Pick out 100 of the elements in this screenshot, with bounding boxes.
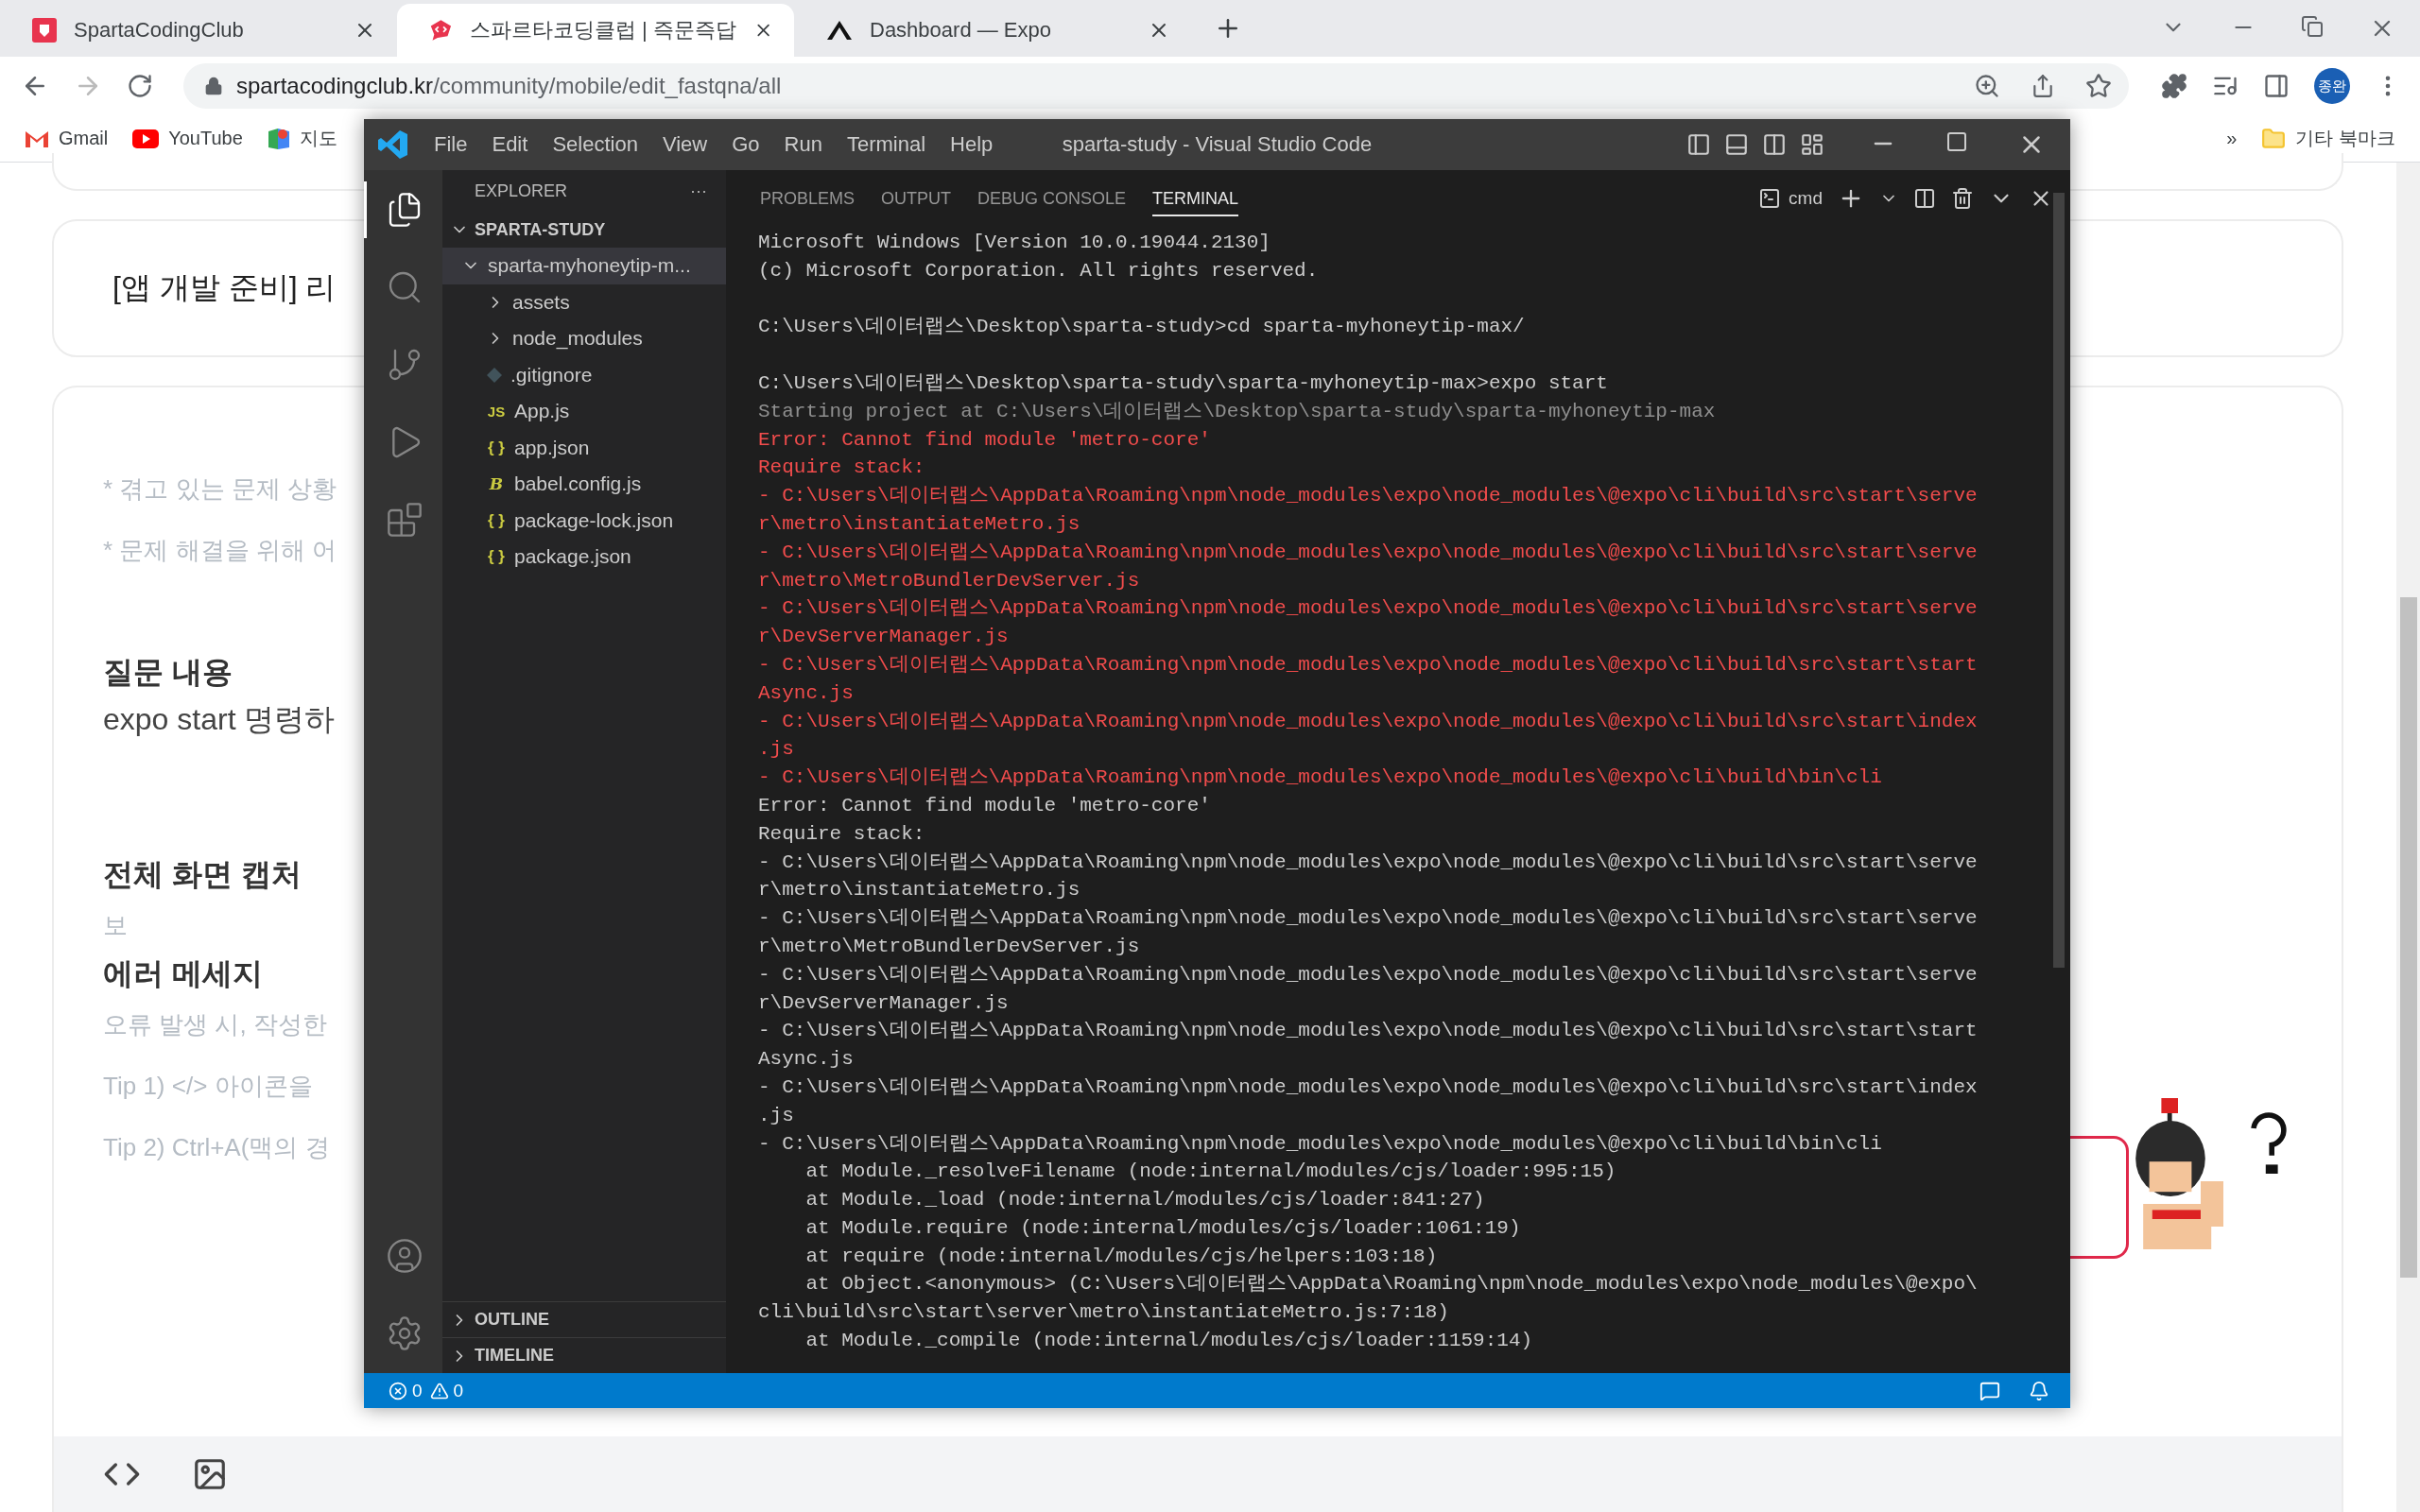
profile-avatar[interactable]: 종완 <box>2314 68 2350 104</box>
browser-tab[interactable]: 스파르타코딩클럽 | 즉문즉답 <box>397 4 794 57</box>
terminal-line: at Module._load (node:internal/modules/cjs/loader:841:27) <box>804 1188 1486 1213</box>
share-icon[interactable] <box>2031 74 2055 98</box>
terminal-line: at Object.<anonymous> (C:\Users\데이터랩스\AppData\Roaming\npm\node_modules\expo\node_modules\@expo\ <box>804 1272 1979 1297</box>
tab-title: Dashboard — Expo <box>870 18 1052 43</box>
bookmark[interactable]: Gmail <box>25 128 109 149</box>
terminal-line: at require (node:internal/modules/cjs/helpers:103:18) <box>804 1244 1439 1269</box>
terminal-line: Error: Cannot find module 'metro-core' <box>758 793 1212 818</box>
workspace-header[interactable]: SPARTA-STUDY <box>442 212 726 248</box>
bell-icon[interactable] <box>2029 1380 2049 1401</box>
hint-text: 오류 발생 시, 작성한 <box>103 1009 327 1040</box>
sidebar-toggle-icon[interactable] <box>1686 132 1711 157</box>
tree-item[interactable]: { } app.json <box>442 429 726 466</box>
speech-bubble-icon <box>429 18 453 43</box>
more-bookmarks[interactable]: » <box>2226 128 2238 149</box>
error-icon <box>389 1381 407 1400</box>
image-icon[interactable] <box>192 1456 228 1492</box>
bookmark[interactable]: YouTube <box>132 128 243 149</box>
terminal-line: r\DevServerManager.js <box>758 625 1010 650</box>
split-icon[interactable] <box>1913 187 1936 210</box>
bookmark-label: 기타 북마크 <box>2295 127 2395 150</box>
tree-item[interactable]: { } package-lock.json <box>442 502 726 539</box>
maximize-icon[interactable] <box>1945 130 1968 153</box>
file-type-icon: { } <box>486 547 507 567</box>
bookmark[interactable]: 지도 <box>267 126 337 151</box>
menu-item[interactable]: Terminal <box>835 132 938 157</box>
panel-tab[interactable]: TERMINAL <box>1152 180 1239 216</box>
bookmark-label: YouTube <box>168 128 243 149</box>
menu-item[interactable]: Help <box>939 132 1005 157</box>
play-icon <box>132 129 160 148</box>
lock-icon <box>204 77 223 95</box>
terminal-line: r\metro\instantiateMetro.js <box>758 878 1081 903</box>
hint-text: Tip 2) Ctrl+A(맥의 경 <box>103 1132 330 1163</box>
terminal-selector[interactable]: cmd <box>1758 187 1823 210</box>
terminal-line: - C:\Users\데이터랩스\AppData\Roaming\npm\node_modules\expo\node_modules\@expo\cli\build\src\start\index <box>758 1074 1979 1100</box>
side-panel-icon[interactable] <box>2263 73 2290 99</box>
terminal-line: - C:\Users\데이터랩스\AppData\Roaming\npm\node_modules\expo\node_modules\@expo\cli\build\src\start\start <box>758 652 1979 678</box>
caret-logo-icon <box>826 19 853 42</box>
sidebar-title: EXPLORER <box>475 180 568 201</box>
tree-item[interactable]: .gitignore <box>442 356 726 393</box>
tree-item[interactable]: assets <box>442 284 726 320</box>
envelope-icon <box>25 129 49 148</box>
sidebar-section[interactable]: OUTLINE <box>442 1301 726 1337</box>
warning-icon <box>429 1381 449 1400</box>
puzzle-icon[interactable] <box>2161 73 2187 99</box>
terminal-line: - C:\Users\데이터랩스\AppData\Roaming\npm\node_modules\expo\node_modules\@expo\cli\build\src\start\serve <box>758 906 1979 932</box>
tab-title: 스파르타코딩클럽 | 즉문즉답 <box>469 17 736 43</box>
terminal-line: - C:\Users\데이터랩스\AppData\Roaming\npm\node_modules\expo\node_modules\@expo\cli\build\src\start\serve <box>758 850 1979 875</box>
reload-icon[interactable] <box>127 73 153 99</box>
menu-item[interactable]: Go <box>720 132 771 157</box>
section-heading: 에러 메세지 <box>103 955 263 992</box>
tree-item[interactable]: { } package.json <box>442 539 726 576</box>
scroll-thumb[interactable] <box>2399 597 2417 1278</box>
menu-item[interactable]: Selection <box>541 132 649 157</box>
terminal-line: r\metro\MetroBundlerDevServer.js <box>758 568 1141 593</box>
terminal-line: C:\Users\데이터랩스\Desktop\sparta-study>cd sparta-myhoneytip-max/ <box>758 315 1526 340</box>
tree-item[interactable]: B babel.config.js <box>442 466 726 503</box>
file-type-icon: JS <box>486 403 507 420</box>
browser-tab[interactable]: Dashboard — Expo <box>794 4 1191 57</box>
trash-icon[interactable] <box>1951 187 1974 210</box>
feedback-icon[interactable] <box>1979 1380 2000 1401</box>
question-text: expo start 명령하 <box>103 701 336 738</box>
menu-item[interactable]: Run <box>772 132 834 157</box>
terminal-line: at Module.require (node:internal/modules/cjs/loader:1061:19) <box>804 1215 1522 1241</box>
ribbon-logo-icon <box>377 129 409 161</box>
split-icon[interactable] <box>1762 132 1787 157</box>
post-title: [앱 개발 준비] 리 <box>112 269 337 306</box>
tree-item[interactable]: JS App.js <box>442 393 726 430</box>
tab-title: SpartaCodingClub <box>74 18 245 43</box>
terminal-line: C:\Users\데이터랩스\Desktop\sparta-study\sparta-myhoneytip-max>expo start <box>758 371 1609 396</box>
restore-icon[interactable] <box>2301 15 2324 38</box>
panel-toggle-icon[interactable] <box>1724 132 1749 157</box>
menu-item[interactable]: File <box>423 132 479 157</box>
panel-tab[interactable]: PROBLEMS <box>760 180 856 216</box>
error-count: 0 <box>412 1380 423 1401</box>
browser-tab[interactable]: SpartaCodingClub <box>0 4 397 57</box>
star-icon[interactable] <box>2085 73 2112 99</box>
panel-tab[interactable]: OUTPUT <box>881 180 952 216</box>
hint-text: Tip 1) </> 아이콘을 <box>103 1071 313 1102</box>
terminal-line: Error: Cannot find module 'metro-core' <box>758 427 1212 453</box>
tree-item[interactable]: node_modules <box>442 320 726 357</box>
bookmark-label: 지도 <box>299 127 337 150</box>
terminal-line: r\metro\instantiateMetro.js <box>758 511 1081 537</box>
url-host: spartacodingclub.kr <box>236 73 434 99</box>
terminal-line: Starting project at C:\Users\데이터랩스\Desktop\sparta-study\sparta-myhoneytip-max <box>758 399 1717 424</box>
warning-count: 0 <box>453 1380 464 1401</box>
tree-item[interactable]: sparta-myhoneytip-m... <box>442 248 726 284</box>
bookmark-folder[interactable]: 기타 북마크 <box>2261 126 2395 151</box>
account-icon <box>386 1237 424 1275</box>
url-path: /community/mobile/edit_fastqna/all <box>433 73 782 99</box>
terminal-line: Async.js <box>758 1047 855 1073</box>
zoom-icon[interactable] <box>1974 73 2000 99</box>
more-actions[interactable]: ··· <box>690 180 707 201</box>
hint-text: * 겪고 있는 문제 상황 <box>103 473 337 505</box>
address-bar[interactable]: spartacodingclub.kr/community/mobile/edit_fastqna/all <box>183 63 2129 109</box>
panel-tab[interactable]: DEBUG CONSOLE <box>977 180 1127 216</box>
menu-item[interactable]: Edit <box>480 132 540 157</box>
layout-icon[interactable] <box>1800 132 1824 157</box>
menu-item[interactable]: View <box>650 132 719 157</box>
